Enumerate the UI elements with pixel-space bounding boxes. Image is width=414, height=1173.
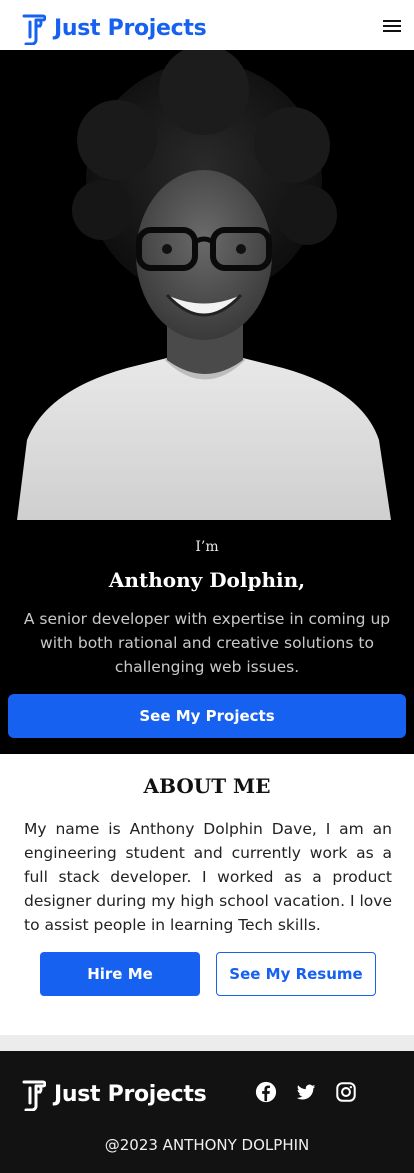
menu-button[interactable] (383, 17, 405, 35)
hamburger-menu-icon (383, 20, 401, 22)
brand-logo[interactable]: Just Projects (22, 13, 207, 45)
see-resume-button[interactable]: See My Resume (216, 952, 376, 996)
logo-mark-icon (22, 14, 46, 45)
footer-brand-name: Just Projects (54, 1082, 207, 1107)
instagram-icon[interactable] (335, 1081, 357, 1103)
about-body: My name is Anthony Dolphin Dave, I am an… (24, 820, 392, 934)
site-footer: Just Projects @2023 ANTHONY DOLPHIN (0, 1051, 414, 1173)
site-header: Just Projects (0, 0, 414, 50)
about-heading: ABOUT ME (143, 774, 271, 798)
about-section: ABOUT ME My name is Anthony Dolphin Dave… (0, 754, 414, 1035)
hire-me-button[interactable]: Hire Me (40, 952, 200, 996)
hero-name: Anthony Dolphin, (108, 568, 306, 592)
portrait-illustration (17, 50, 391, 520)
see-projects-button[interactable]: See My Projects (8, 694, 406, 738)
brand-name: Just Projects (54, 16, 207, 41)
twitter-icon[interactable] (295, 1081, 317, 1103)
footer-brand-logo[interactable]: Just Projects (22, 1079, 207, 1111)
hero-tagline: A senior developer with expertise in com… (23, 610, 391, 676)
copyright-text: @2023 ANTHONY DOLPHIN (104, 1136, 310, 1154)
portrait-photo (17, 50, 391, 520)
facebook-icon[interactable] (255, 1081, 277, 1103)
logo-mark-icon (22, 1080, 46, 1111)
intro-text: I’m (195, 539, 219, 555)
hero-section: I’m Anthony Dolphin, A senior developer … (0, 50, 414, 754)
